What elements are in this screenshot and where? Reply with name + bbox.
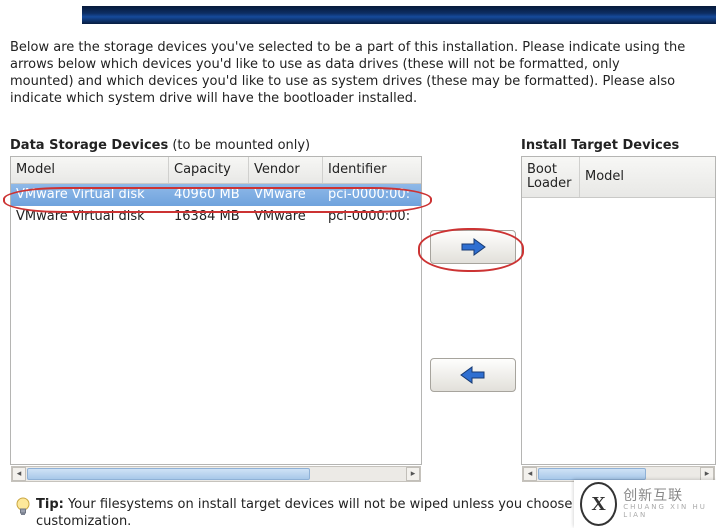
scroll-track[interactable] <box>26 467 406 481</box>
cell-identifier: pci-0000:00: <box>323 184 421 206</box>
scroll-thumb[interactable] <box>538 468 646 480</box>
col-boot-loader[interactable]: Boot Loader <box>522 157 580 197</box>
scroll-right-icon[interactable]: ▸ <box>700 467 714 481</box>
cell-model: VMware Virtual disk <box>11 184 169 206</box>
watermark-text-bottom: CHUANG XIN HU LIAN <box>623 504 716 519</box>
scroll-right-icon[interactable]: ▸ <box>406 467 420 481</box>
watermark-text-top: 创新互联 <box>623 489 716 504</box>
left-hscrollbar[interactable]: ◂ ▸ <box>11 466 421 482</box>
col-model[interactable]: Model <box>11 157 169 183</box>
data-storage-header-row: Model Capacity Vendor Identifier <box>11 157 421 184</box>
scroll-thumb[interactable] <box>27 468 310 480</box>
install-target-header-row: Boot Loader Model <box>522 157 715 198</box>
arrow-right-icon <box>460 238 486 256</box>
col-identifier[interactable]: Identifier <box>323 157 421 183</box>
cell-capacity: 16384 MB <box>169 206 249 228</box>
arrow-left-icon <box>460 366 486 384</box>
table-row[interactable]: VMware Virtual disk 40960 MB VMware pci-… <box>11 184 421 206</box>
data-storage-title-sub: (to be mounted only) <box>168 138 310 153</box>
header-gradient-bar <box>82 6 716 24</box>
scroll-left-icon[interactable]: ◂ <box>12 467 26 481</box>
data-storage-table[interactable]: Model Capacity Vendor Identifier VMware … <box>10 156 422 465</box>
watermark-logo-icon: X <box>580 482 617 526</box>
col-capacity[interactable]: Capacity <box>169 157 249 183</box>
table-row[interactable]: VMware Virtual disk 16384 MB VMware pci-… <box>11 206 421 228</box>
move-right-button[interactable] <box>430 230 516 264</box>
cell-capacity: 40960 MB <box>169 184 249 206</box>
col-target-model[interactable]: Model <box>580 157 715 197</box>
data-storage-title: Data Storage Devices (to be mounted only… <box>10 138 310 153</box>
cell-identifier: pci-0000:00: <box>323 206 421 228</box>
cell-vendor: VMware <box>249 206 323 228</box>
install-target-table[interactable]: Boot Loader Model ◂ ▸ <box>521 156 716 465</box>
tip-label: Tip: <box>36 497 64 512</box>
lightbulb-icon <box>16 497 30 517</box>
data-storage-title-label: Data Storage Devices <box>10 138 168 153</box>
site-watermark: X 创新互联 CHUANG XIN HU LIAN <box>574 480 716 528</box>
col-vendor[interactable]: Vendor <box>249 157 323 183</box>
install-target-title: Install Target Devices <box>521 138 679 153</box>
cell-vendor: VMware <box>249 184 323 206</box>
instruction-text: Below are the storage devices you've sel… <box>10 40 686 108</box>
scroll-track[interactable] <box>537 467 700 481</box>
cell-model: VMware Virtual disk <box>11 206 169 228</box>
scroll-left-icon[interactable]: ◂ <box>523 467 537 481</box>
move-left-button[interactable] <box>430 358 516 392</box>
